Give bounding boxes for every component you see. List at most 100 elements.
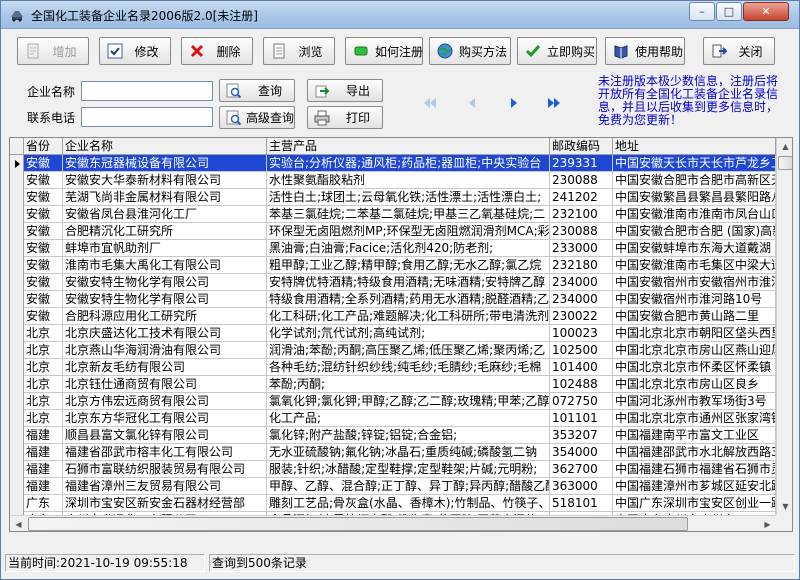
phone-input[interactable] (81, 107, 213, 127)
cell-postcode[interactable]: 362700 (550, 461, 613, 477)
next-record-button[interactable] (505, 95, 523, 111)
cell-products[interactable]: 氯氧化钾;氯化钾;甲醇;乙醇;乙二醇;玫瑰精;甲苯;乙醇 (267, 393, 550, 409)
cell-province[interactable]: 安徽 (24, 155, 63, 171)
cell-products[interactable]: 环保型无卤阻燃剂MP;环保型无卤阻燃润滑剂MCA;彩磷 (267, 223, 550, 239)
cell-postcode[interactable]: 232100 (550, 206, 613, 222)
delete-button[interactable]: 删除 (181, 37, 253, 65)
cell-postcode[interactable]: 234000 (550, 274, 613, 290)
cell-products[interactable]: 润滑油;苯酚;丙酮;高压聚乙烯;低压聚乙烯;聚丙烯;乙 (267, 342, 550, 358)
cell-province[interactable]: 福建 (24, 461, 63, 477)
row-indicator[interactable] (10, 206, 24, 223)
cell-address[interactable]: 中国安徽合肥市合肥 (国家)高新区 (613, 223, 776, 239)
cell-address[interactable]: 中国河北涿州市教军场街3号 (613, 393, 776, 409)
cell-postcode[interactable]: 518101 (550, 495, 613, 511)
vertical-scrollbar[interactable]: ▲ ▼ (776, 138, 792, 515)
cell-province[interactable]: 安徽 (24, 189, 63, 205)
cell-province[interactable]: 安徽 (24, 206, 63, 222)
cell-company[interactable]: 顺昌县富文氯化锌有限公司 (63, 427, 267, 443)
cell-province[interactable]: 北京 (24, 393, 63, 409)
how-to-register-button[interactable]: 如何注册 (345, 37, 423, 65)
advanced-query-button[interactable]: 高级查询 (219, 106, 295, 129)
table-row[interactable]: 安徽 安徽安大华泰新材料有限公司 水性聚氨酯胶粘剂 230088 中国安徽合肥市合肥市高… (10, 172, 776, 189)
cell-address[interactable]: 中国北京北京市怀柔区怀柔镇 (613, 359, 776, 375)
row-indicator[interactable] (10, 274, 24, 291)
buy-now-button[interactable]: 立即购买 (517, 37, 597, 65)
cell-address[interactable]: 中国福建石狮市福建省石狮市灵秀 (613, 461, 776, 477)
horizontal-scroll-thumb[interactable] (28, 517, 688, 531)
header-company[interactable]: 企业名称 (63, 138, 267, 155)
table-row[interactable]: 福建 福建省漳州三友贸易有限公司 甲醇、乙醇、混合醇;正丁醇、异丁醇;异丙醇;醋酸乙… (10, 478, 776, 495)
print-button[interactable]: 打印 (307, 106, 383, 129)
cell-postcode[interactable]: 230088 (550, 172, 613, 188)
last-record-button[interactable] (545, 95, 563, 111)
row-indicator[interactable] (10, 461, 24, 478)
cell-company[interactable]: 安徽东冠器械设备有限公司 (63, 155, 267, 171)
cell-postcode[interactable]: 100023 (550, 325, 613, 341)
edit-button[interactable]: 修改 (99, 37, 171, 65)
company-table[interactable]: 省份 企业名称 主营产品 邮政编码 地址 安徽 安徽东冠器械设备有限公司 实验台;分… (9, 137, 793, 532)
row-indicator[interactable] (10, 478, 24, 495)
minimize-button[interactable]: – (689, 2, 715, 21)
cell-postcode[interactable]: 354000 (550, 444, 613, 460)
row-indicator[interactable] (10, 325, 24, 342)
cell-products[interactable]: 安特牌优特酒精;特级食用酒精;无味酒精;安特牌乙醇 (267, 274, 550, 290)
cell-company[interactable]: 北京庆盛达化工技术有限公司 (63, 325, 267, 341)
cell-products[interactable]: 氯化锌;附产盐酸;锌锭;铝锭;合金铝; (267, 427, 550, 443)
cell-products[interactable]: 粗甲醇;工业乙醇;精甲醇;食用乙醇;无水乙醇;氯乙烷 (267, 257, 550, 273)
cell-products[interactable]: 雕刻工艺品;骨灰盒(水晶、香樟木);竹制品、竹筷子、 (267, 495, 550, 511)
cell-company[interactable]: 北京燕山华海润滑油有限公司 (63, 342, 267, 358)
cell-address[interactable]: 中国福建邵武市水北解放西路3号 (613, 444, 776, 460)
cell-province[interactable]: 北京 (24, 410, 63, 426)
cell-products[interactable]: 特级食用酒精;全系列酒精;药用无水酒精;脱醛酒精;乙 (267, 291, 550, 307)
table-row[interactable]: 安徽 合肥精沉化工研究所 环保型无卤阻燃剂MP;环保型无卤阻燃润滑剂MCA;彩磷 23… (10, 223, 776, 240)
title-bar[interactable]: 全国化工装备企业名录2006版2.0[未注册] – □ ✕ (1, 1, 799, 29)
table-row[interactable]: 安徽 芜湖飞尚非金属材料有限公司 活性白土;球团土;云母氧化铁;活性漂土;活性漂白土… (10, 189, 776, 206)
cell-postcode[interactable]: 239331 (550, 155, 613, 171)
cell-products[interactable]: 活性白土;球团土;云母氧化铁;活性漂土;活性漂白土; (267, 189, 550, 205)
scroll-down-icon[interactable]: ▼ (777, 498, 792, 515)
table-row[interactable]: 安徽 安徽安特生物化学有限公司 安特牌优特酒精;特级食用酒精;无味酒精;安特牌乙醇 2… (10, 274, 776, 291)
row-indicator[interactable] (10, 359, 24, 376)
cell-postcode[interactable]: 102488 (550, 376, 613, 392)
cell-company[interactable]: 北京新友毛纺有限公司 (63, 359, 267, 375)
cell-province[interactable]: 安徽 (24, 274, 63, 290)
cell-address[interactable]: 中国安徽合肥市合肥市高新区天湖 (613, 172, 776, 188)
cell-province[interactable]: 安徽 (24, 240, 63, 256)
cell-address[interactable]: 中国安徽蚌埠市东海大道戴湖 (613, 240, 776, 256)
row-indicator[interactable] (10, 240, 24, 257)
add-button[interactable]: 增加 (17, 37, 89, 65)
cell-company[interactable]: 北京方伟宏远商贸有限公司 (63, 393, 267, 409)
maximize-button[interactable]: □ (716, 2, 742, 21)
cell-products[interactable]: 化工科研;化工产品;难题解决;化工科研所;带电清洗剂; (267, 308, 550, 324)
row-indicator[interactable] (10, 376, 24, 393)
cell-company[interactable]: 北京东方华冠化工有限公司 (63, 410, 267, 426)
company-name-input[interactable] (81, 81, 213, 101)
row-indicator[interactable] (10, 172, 24, 189)
cell-company[interactable]: 北京钰仕通商贸有限公司 (63, 376, 267, 392)
help-button[interactable]: 使用帮助 (605, 37, 685, 65)
cell-address[interactable]: 中国北京北京市朝阳区垡头西里 (613, 325, 776, 341)
query-button[interactable]: 查询 (219, 79, 295, 102)
row-indicator[interactable] (10, 495, 24, 512)
cell-company[interactable]: 蚌埠市宜帆助剂厂 (63, 240, 267, 256)
header-address[interactable]: 地址 (613, 138, 776, 155)
cell-company[interactable]: 安徽安特生物化学有限公司 (63, 291, 267, 307)
cell-products[interactable]: 甲醇、乙醇、混合醇;正丁醇、异丁醇;异丙醇;醋酸乙酯 (267, 478, 550, 494)
cell-address[interactable]: 中国北京北京市通州区张家湾镇 (613, 410, 776, 426)
cell-postcode[interactable]: 232180 (550, 257, 613, 273)
table-row[interactable]: 北京 北京新友毛纺有限公司 各种毛纺;混纺针织纱线;纯毛纱;毛腈纱;毛麻纱;毛棉 10… (10, 359, 776, 376)
cell-products[interactable]: 无水亚硫酸钠;氟化钠;冰晶石;重质纯碱;磷酸氢二钠 (267, 444, 550, 460)
cell-company[interactable]: 合肥精沉化工研究所 (63, 223, 267, 239)
cell-address[interactable]: 中国安徽淮南市毛集区中梁大道北段 (613, 257, 776, 273)
prev-record-button[interactable] (463, 95, 481, 111)
table-row[interactable]: 北京 北京方伟宏远商贸有限公司 氯氧化钾;氯化钾;甲醇;乙醇;乙二醇;玫瑰精;甲苯;… (10, 393, 776, 410)
cell-postcode[interactable]: 234000 (550, 291, 613, 307)
cell-company[interactable]: 安徽安大华泰新材料有限公司 (63, 172, 267, 188)
header-province[interactable]: 省份 (24, 138, 63, 155)
cell-address[interactable]: 中国安徽合肥市黄山路二里 (613, 308, 776, 324)
cell-address[interactable]: 中国安徽宿州市安徽宿州市淮河西路 (613, 274, 776, 290)
header-postcode[interactable]: 邮政编码 (550, 138, 613, 155)
cell-company[interactable]: 安徽安特生物化学有限公司 (63, 274, 267, 290)
cell-company[interactable]: 福建省邵武市榕丰化工有限公司 (63, 444, 267, 460)
cell-province[interactable]: 北京 (24, 342, 63, 358)
